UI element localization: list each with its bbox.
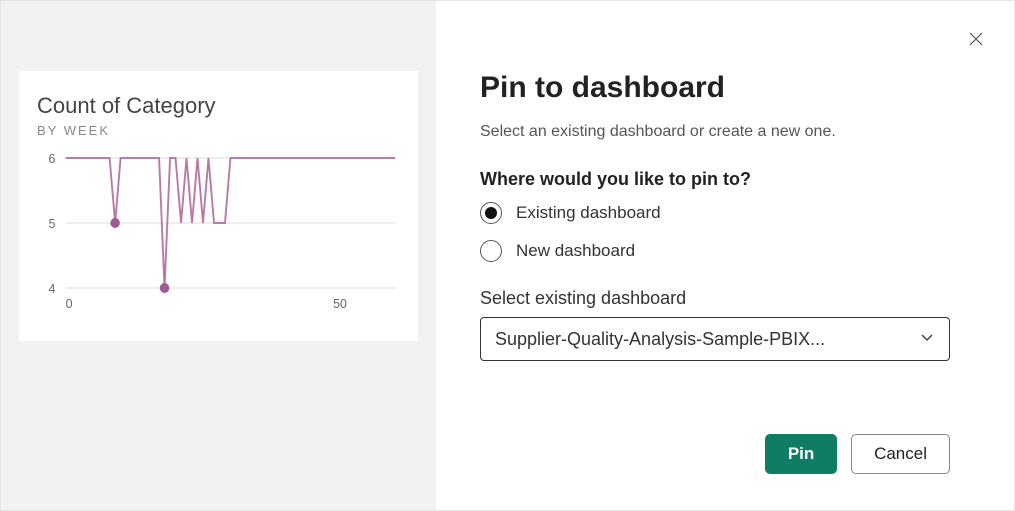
y-tick-6: 6 [48,151,55,166]
radio-new-dashboard[interactable]: New dashboard [480,240,950,262]
x-tick-0: 0 [66,296,73,311]
cancel-button[interactable]: Cancel [851,434,950,474]
close-icon [968,31,984,47]
form-pane: Pin to dashboard Select an existing dash… [436,1,1014,510]
x-tick-50: 50 [333,296,347,311]
select-value: Supplier-Quality-Analysis-Sample-PBIX... [495,329,825,350]
y-tick-4: 4 [48,281,55,296]
radio-label: Existing dashboard [516,203,661,223]
chevron-down-icon [919,329,935,350]
pin-target-radio-group: Existing dashboard New dashboard [480,202,950,262]
radio-icon [480,202,502,224]
pin-button[interactable]: Pin [765,434,837,474]
chart-card: Count of Category BY WEEK 6 5 4 0 50 [19,71,418,341]
chart-subtitle: BY WEEK [37,123,400,138]
dialog-buttons: Pin Cancel [765,434,950,474]
y-tick-5: 5 [48,216,55,231]
chart-markers [110,218,169,293]
pin-target-heading: Where would you like to pin to? [480,169,950,190]
dialog-title: Pin to dashboard [480,71,950,105]
chart-svg: 6 5 4 0 50 [37,148,400,328]
close-button[interactable] [966,29,986,49]
existing-dashboard-select[interactable]: Supplier-Quality-Analysis-Sample-PBIX... [480,317,950,361]
chart-preview-pane: Count of Category BY WEEK 6 5 4 0 50 [1,1,436,510]
radio-icon [480,240,502,262]
radio-label: New dashboard [516,241,635,261]
pin-to-dashboard-dialog: Count of Category BY WEEK 6 5 4 0 50 [0,0,1015,511]
dialog-subtitle: Select an existing dashboard or create a… [480,123,950,141]
select-existing-label: Select existing dashboard [480,288,950,309]
chart-area: 6 5 4 0 50 [37,148,400,328]
radio-existing-dashboard[interactable]: Existing dashboard [480,202,950,224]
chart-title: Count of Category [37,93,400,119]
